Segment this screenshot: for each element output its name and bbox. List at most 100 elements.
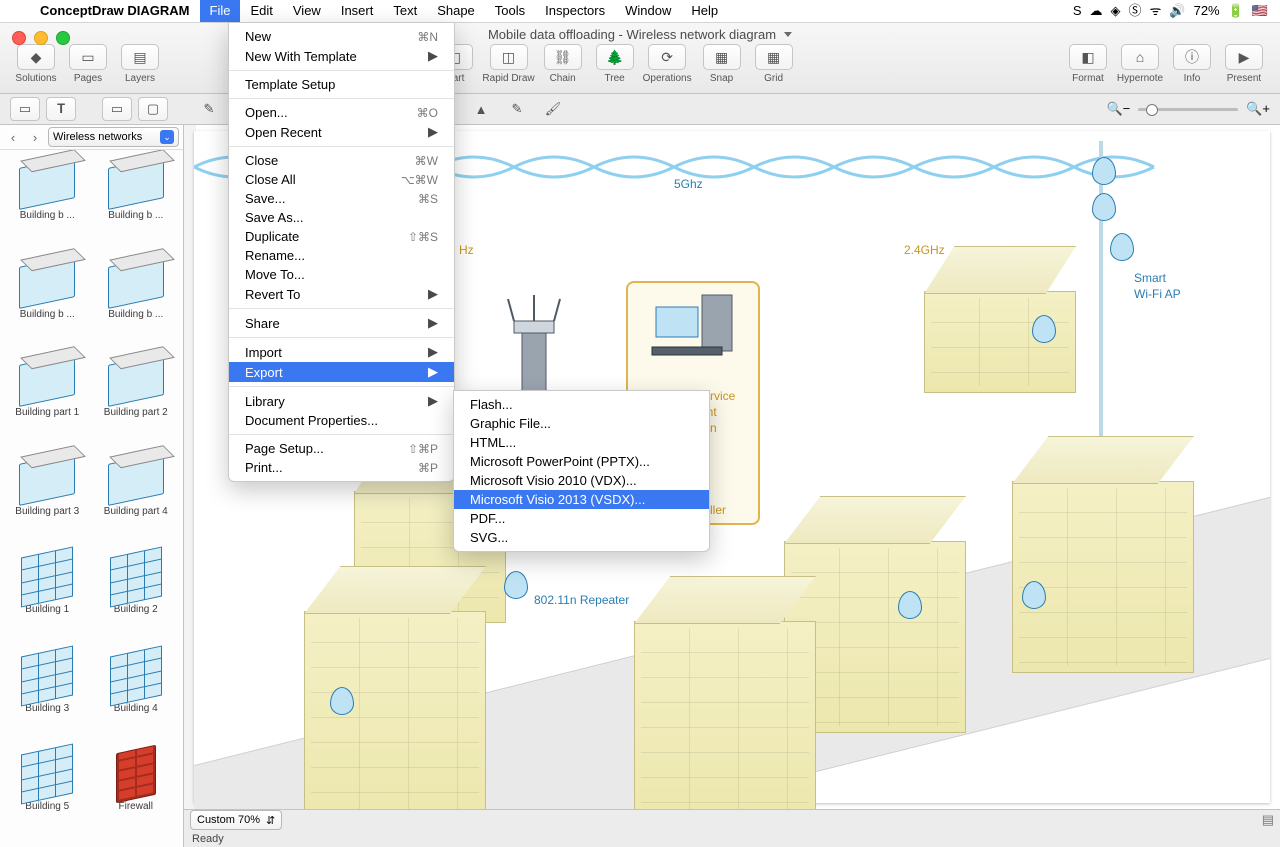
brush-tool-icon[interactable]: ✎: [194, 97, 224, 121]
export-menu-item[interactable]: HTML...: [454, 433, 709, 452]
file-menu-item[interactable]: Document Properties...: [229, 411, 454, 430]
export-menu-item[interactable]: Microsoft Visio 2013 (VSDX)...: [454, 490, 709, 509]
file-menu-item[interactable]: Close All⌥⌘W: [229, 170, 454, 189]
stencil-item[interactable]: Building b ...: [93, 156, 180, 251]
zoom-slider-thumb[interactable]: [1146, 104, 1158, 116]
file-menu-item[interactable]: Move To...: [229, 265, 454, 284]
export-menu-item[interactable]: Microsoft PowerPoint (PPTX)...: [454, 452, 709, 471]
file-menu-item[interactable]: Revert To▶: [229, 284, 454, 304]
stencil-item[interactable]: Building part 4: [93, 452, 180, 547]
export-menu-item[interactable]: Flash...: [454, 395, 709, 414]
file-menu-item[interactable]: Open...⌘O: [229, 103, 454, 122]
stencil-item[interactable]: Building b ...: [4, 156, 91, 251]
sidebar-forward-button[interactable]: ›: [26, 128, 44, 146]
cloud-icon[interactable]: ☁︎: [1090, 0, 1103, 22]
export-menu-item[interactable]: Microsoft Visio 2010 (VDX)...: [454, 471, 709, 490]
minimize-button[interactable]: [34, 31, 48, 45]
file-menu-item[interactable]: Close⌘W: [229, 151, 454, 170]
input-flag-icon[interactable]: 🇺🇸: [1252, 0, 1268, 22]
file-menu-item[interactable]: Template Setup: [229, 75, 454, 94]
toolbar-right-button[interactable]: ⌂: [1121, 44, 1159, 70]
wifi-icon[interactable]: ᯤ: [1150, 0, 1162, 22]
file-menu-item[interactable]: Save...⌘S: [229, 189, 454, 208]
toolbar-right-button[interactable]: ◧: [1069, 44, 1107, 70]
file-menu-item[interactable]: Page Setup...⇧⌘P: [229, 439, 454, 458]
building-right[interactable]: [1012, 481, 1194, 673]
roundrect-shape-button[interactable]: ▢: [138, 97, 168, 121]
file-menu-item[interactable]: Save As...: [229, 208, 454, 227]
file-menu-item[interactable]: Open Recent▶: [229, 122, 454, 142]
toolbar-mid-button[interactable]: ⟳: [648, 44, 686, 70]
file-menu-item[interactable]: Export▶: [229, 362, 454, 382]
file-menu-item[interactable]: Library▶: [229, 391, 454, 411]
zoom-slider-track[interactable]: [1138, 108, 1238, 111]
toolbar-snap-button[interactable]: ▦: [703, 44, 741, 70]
file-menu-item[interactable]: Rename...: [229, 246, 454, 265]
export-menu-item[interactable]: PDF...: [454, 509, 709, 528]
stencil-item[interactable]: Building part 2: [93, 353, 180, 448]
building-back-right[interactable]: [924, 291, 1076, 393]
building-front-center[interactable]: [634, 621, 816, 809]
stencil-item[interactable]: Building 4: [93, 649, 180, 744]
document-title[interactable]: Mobile data offloading - Wireless networ…: [488, 27, 792, 42]
stencil-item[interactable]: Building 5: [4, 747, 91, 842]
toolbar-left-button[interactable]: ▭: [69, 44, 107, 70]
stencil-item[interactable]: Building 1: [4, 550, 91, 645]
menu-window[interactable]: Window: [615, 0, 681, 22]
view-mode-icon[interactable]: ▤: [1262, 812, 1274, 828]
file-menu-item[interactable]: New⌘N: [229, 27, 454, 46]
paintbrush-tool-icon[interactable]: 🖌: [538, 97, 568, 121]
stencil-item[interactable]: Building part 1: [4, 353, 91, 448]
zoom-out-icon[interactable]: 🔍−: [1106, 101, 1130, 117]
file-menu-item[interactable]: New With Template▶: [229, 46, 454, 66]
file-menu-item[interactable]: Duplicate⇧⌘S: [229, 227, 454, 246]
text-tool-button[interactable]: 𝐓: [46, 97, 76, 121]
export-submenu[interactable]: Flash...Graphic File...HTML...Microsoft …: [453, 390, 710, 552]
toolbar-mid-button[interactable]: ⛓: [544, 44, 582, 70]
toolbar-right-button[interactable]: ⓘ: [1173, 44, 1211, 70]
stencil-library-select[interactable]: Wireless networks ⌄: [48, 127, 179, 147]
export-menu-item[interactable]: Graphic File...: [454, 414, 709, 433]
toolbar-right-button[interactable]: ▶: [1225, 44, 1263, 70]
file-menu-item[interactable]: Print...⌘P: [229, 458, 454, 477]
sidebar-back-button[interactable]: ‹: [4, 128, 22, 146]
stencil-item[interactable]: Building 2: [93, 550, 180, 645]
rect-shape-button[interactable]: ▭: [102, 97, 132, 121]
export-menu-item[interactable]: SVG...: [454, 528, 709, 547]
file-menu-item[interactable]: Share▶: [229, 313, 454, 333]
volume-icon[interactable]: 🔊: [1169, 0, 1185, 22]
menu-insert[interactable]: Insert: [331, 0, 384, 22]
toolbar-mid-button[interactable]: ◫: [490, 44, 528, 70]
skype-icon[interactable]: Ⓢ: [1129, 0, 1142, 22]
menu-edit[interactable]: Edit: [240, 0, 282, 22]
close-button[interactable]: [12, 31, 26, 45]
stencil-item[interactable]: Building b ...: [93, 255, 180, 350]
menu-file[interactable]: File: [200, 0, 241, 22]
menu-help[interactable]: Help: [681, 0, 728, 22]
stamp-tool-icon[interactable]: ▲: [466, 97, 496, 121]
eyedropper-tool-icon[interactable]: ✎: [502, 97, 532, 121]
stencil-item[interactable]: Building 3: [4, 649, 91, 744]
toolbar-left-button[interactable]: ▤: [121, 44, 159, 70]
file-menu[interactable]: New⌘NNew With Template▶ Template Setup Ope…: [228, 22, 455, 482]
menu-inspectors[interactable]: Inspectors: [535, 0, 615, 22]
toolbar-mid-button[interactable]: 🌲: [596, 44, 634, 70]
app-name[interactable]: ConceptDraw DIAGRAM: [30, 0, 200, 22]
file-menu-item[interactable]: Import▶: [229, 342, 454, 362]
dropbox-icon[interactable]: ◈: [1111, 0, 1121, 22]
zoom-in-icon[interactable]: 🔍+: [1246, 101, 1270, 117]
menu-text[interactable]: Text: [383, 0, 427, 22]
pointer-tool-button[interactable]: ▭: [10, 97, 40, 121]
battery-icon[interactable]: 🔋: [1228, 0, 1244, 22]
status-icon-s[interactable]: S: [1073, 0, 1082, 22]
menu-shape[interactable]: Shape: [427, 0, 485, 22]
menu-tools[interactable]: Tools: [485, 0, 535, 22]
zoom-slider[interactable]: 🔍− 🔍+: [1106, 101, 1270, 117]
stencil-item[interactable]: Building b ...: [4, 255, 91, 350]
toolbar-left-button[interactable]: ◆: [17, 44, 55, 70]
toolbar-snap-button[interactable]: ▦: [755, 44, 793, 70]
zoom-select[interactable]: Custom 70% ⇵: [190, 810, 282, 830]
maximize-button[interactable]: [56, 31, 70, 45]
stencil-item[interactable]: Firewall: [93, 747, 180, 842]
stencil-item[interactable]: Building part 3: [4, 452, 91, 547]
